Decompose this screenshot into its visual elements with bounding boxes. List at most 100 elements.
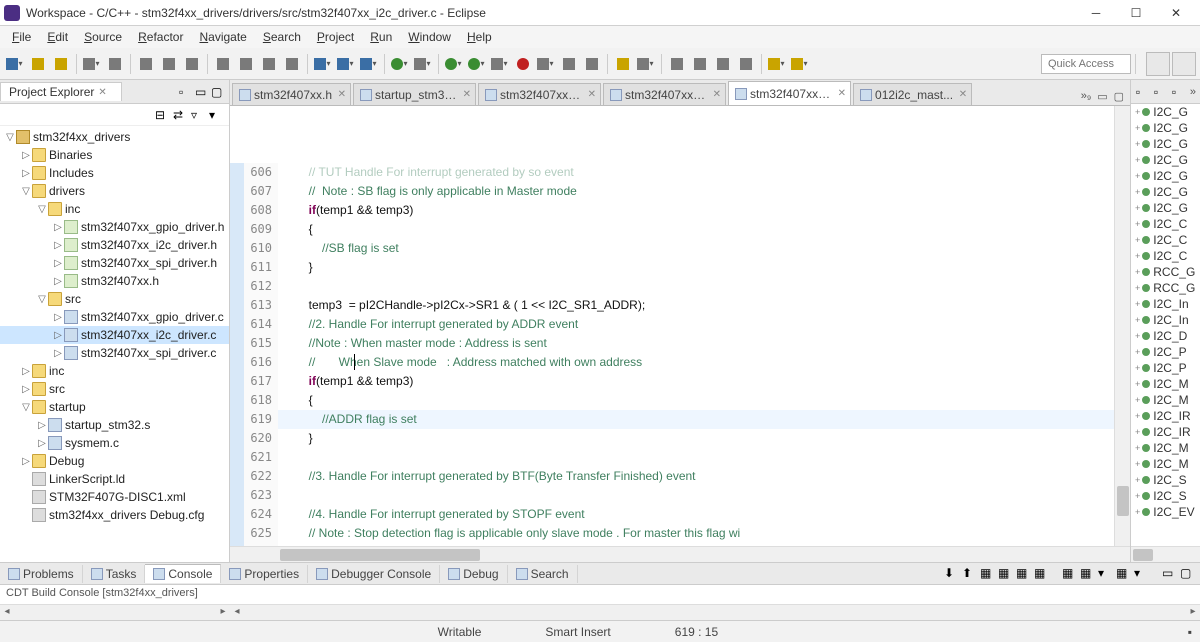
- tree-node[interactable]: stm32f4xx_drivers Debug.cfg: [0, 506, 229, 524]
- tree-node[interactable]: ▽src: [0, 290, 229, 308]
- tree-node[interactable]: ▷src: [0, 380, 229, 398]
- maximize-icon[interactable]: ▢: [1112, 90, 1126, 103]
- console-btn[interactable]: ▦: [980, 566, 996, 582]
- twisty-icon[interactable]: ▽: [4, 132, 16, 143]
- view-menu-icon[interactable]: ▾: [209, 108, 223, 122]
- close-icon[interactable]: ✕: [338, 89, 346, 100]
- menu-file[interactable]: File: [4, 28, 39, 46]
- code-line[interactable]: 617 if(temp1 && temp3): [230, 372, 1114, 391]
- tree-node[interactable]: ▷stm32f407xx_i2c_driver.c: [0, 326, 229, 344]
- minimize-icon[interactable]: ▭: [1162, 566, 1178, 582]
- twisty-icon[interactable]: ▷: [20, 384, 32, 395]
- code-line[interactable]: 623: [230, 486, 1114, 505]
- tb-btn[interactable]: [712, 53, 734, 75]
- tb-btn[interactable]: ▾: [489, 53, 511, 75]
- scroll-left-icon[interactable]: ◂: [230, 606, 244, 620]
- console-btn[interactable]: ▦: [1034, 566, 1050, 582]
- tree-node[interactable]: ▷stm32f407xx.h: [0, 272, 229, 290]
- tb-btn[interactable]: [135, 53, 157, 75]
- menu-project[interactable]: Project: [309, 28, 362, 46]
- outline-item[interactable]: +I2C_S: [1131, 472, 1200, 488]
- tree-node[interactable]: ▷stm32f407xx_gpio_driver.c: [0, 308, 229, 326]
- console-btn[interactable]: ▾: [1098, 566, 1114, 582]
- maximize-icon[interactable]: ▢: [1180, 566, 1196, 582]
- tb-btn[interactable]: [258, 53, 280, 75]
- view-menu-icon[interactable]: »: [1190, 86, 1196, 98]
- tree-node[interactable]: ▷stm32f407xx_spi_driver.c: [0, 344, 229, 362]
- bottom-tab-tasks[interactable]: Tasks: [83, 565, 146, 583]
- view-menu-icon[interactable]: ▫: [179, 85, 193, 99]
- outline-item[interactable]: +I2C_C: [1131, 248, 1200, 264]
- tree-node[interactable]: ▷startup_stm32.s: [0, 416, 229, 434]
- code-line[interactable]: 610 //SB flag is set: [230, 239, 1114, 258]
- vertical-scrollbar[interactable]: [1114, 106, 1130, 546]
- code-line[interactable]: 625 // Note : Stop detection flag is app…: [230, 524, 1114, 543]
- bottom-tab-debugger-console[interactable]: Debugger Console: [308, 565, 440, 583]
- twisty-icon[interactable]: ▷: [20, 366, 32, 377]
- close-icon[interactable]: ✕: [98, 87, 106, 98]
- outline-item[interactable]: +I2C_M: [1131, 392, 1200, 408]
- tb-btn[interactable]: ▾: [335, 53, 357, 75]
- code-line[interactable]: 608 if(temp1 && temp3): [230, 201, 1114, 220]
- tb-btn[interactable]: [735, 53, 757, 75]
- outline-item[interactable]: +I2C_G: [1131, 168, 1200, 184]
- tab-overflow-icon[interactable]: »₉: [1079, 90, 1093, 103]
- outline-item[interactable]: +I2C_In: [1131, 312, 1200, 328]
- tb-btn[interactable]: ▾: [358, 53, 380, 75]
- code-line[interactable]: 618 {: [230, 391, 1114, 410]
- project-explorer-tab[interactable]: Project Explorer ✕: [0, 82, 122, 101]
- scroll-left-icon[interactable]: ◂: [0, 606, 14, 620]
- tb-btn[interactable]: ▾: [412, 53, 434, 75]
- code-line[interactable]: 616 // When Slave mode : Address matched…: [230, 353, 1114, 372]
- tree-node[interactable]: ▷stm32f407xx_gpio_driver.h: [0, 218, 229, 236]
- tb-btn[interactable]: ▾: [312, 53, 334, 75]
- twisty-icon[interactable]: ▽: [20, 186, 32, 197]
- code-line[interactable]: 622 //3. Handle For interrupt generated …: [230, 467, 1114, 486]
- menu-source[interactable]: Source: [76, 28, 130, 46]
- tb-btn[interactable]: ▾: [389, 53, 411, 75]
- code-line[interactable]: 611 }: [230, 258, 1114, 277]
- debug-button[interactable]: ▾: [443, 53, 465, 75]
- status-icon[interactable]: ▪: [1188, 625, 1192, 639]
- console-btn[interactable]: ▦: [1016, 566, 1032, 582]
- minimize-icon[interactable]: ▭: [1095, 90, 1109, 103]
- new-button[interactable]: ▾: [4, 53, 26, 75]
- tb-btn[interactable]: [212, 53, 234, 75]
- tb-btn[interactable]: ▾: [635, 53, 657, 75]
- twisty-icon[interactable]: ▷: [36, 420, 48, 431]
- code-line[interactable]: 613 temp3 = pI2CHandle->pI2Cx->SR1 & ( 1…: [230, 296, 1114, 315]
- outline-item[interactable]: +I2C_D: [1131, 328, 1200, 344]
- minimize-button[interactable]: ─: [1076, 2, 1116, 24]
- close-icon[interactable]: ✕: [713, 89, 721, 100]
- outline-item[interactable]: +I2C_S: [1131, 488, 1200, 504]
- tb-btn[interactable]: [181, 53, 203, 75]
- console-btn[interactable]: ▾: [1134, 566, 1150, 582]
- collapse-all-icon[interactable]: ⊟: [155, 108, 169, 122]
- outline-item[interactable]: +I2C_In: [1131, 296, 1200, 312]
- outline-item[interactable]: +I2C_G: [1131, 136, 1200, 152]
- editor-tab[interactable]: stm32f407xx_...✕: [603, 83, 726, 105]
- twisty-icon[interactable]: ▷: [20, 168, 32, 179]
- twisty-icon[interactable]: ▷: [52, 312, 64, 323]
- outline-item[interactable]: +I2C_P: [1131, 360, 1200, 376]
- console-btn[interactable]: ⬆: [962, 566, 978, 582]
- close-icon[interactable]: ✕: [463, 89, 471, 100]
- horizontal-scrollbar[interactable]: [1131, 546, 1200, 562]
- code-line[interactable]: 614 //2. Handle For interrupt generated …: [230, 315, 1114, 334]
- code-editor[interactable]: 606 // TUT Handle For interrupt generate…: [230, 106, 1114, 546]
- perspective-button[interactable]: [1172, 52, 1196, 76]
- tree-node[interactable]: STM32F407G-DISC1.xml: [0, 488, 229, 506]
- outline-item[interactable]: +I2C_IR: [1131, 424, 1200, 440]
- tree-node[interactable]: ▷Debug: [0, 452, 229, 470]
- close-icon[interactable]: ✕: [588, 89, 596, 100]
- editor-tab[interactable]: stm32f407xx_...✕: [478, 83, 601, 105]
- tree-node[interactable]: ▽inc: [0, 200, 229, 218]
- twisty-icon[interactable]: ▽: [20, 402, 32, 413]
- scroll-right-icon[interactable]: ▸: [216, 606, 230, 620]
- outline-item[interactable]: +I2C_G: [1131, 120, 1200, 136]
- twisty-icon[interactable]: ▷: [36, 438, 48, 449]
- close-icon[interactable]: ✕: [838, 88, 846, 99]
- twisty-icon[interactable]: ▷: [52, 258, 64, 269]
- code-line[interactable]: 624 //4. Handle For interrupt generated …: [230, 505, 1114, 524]
- tree-node[interactable]: ▽startup: [0, 398, 229, 416]
